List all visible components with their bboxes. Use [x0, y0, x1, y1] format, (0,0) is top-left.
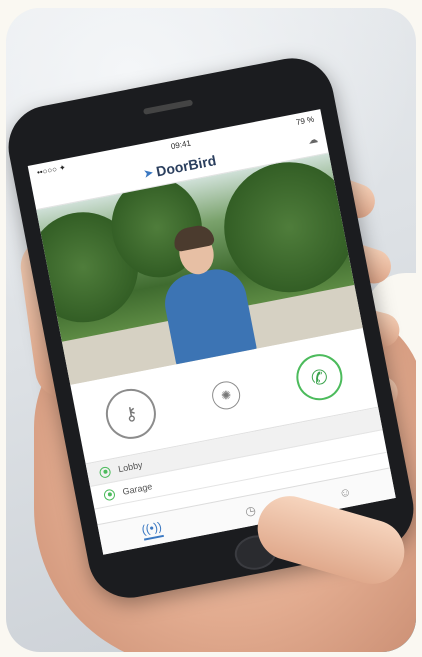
history-icon[interactable]: ◷ — [244, 503, 257, 519]
radio-indicator-icon — [102, 487, 116, 501]
status-time: 09:41 — [170, 138, 192, 151]
app-logo: DoorBird — [154, 152, 218, 180]
photo-card: ••○○○ ✦ 09:41 79 % ➤ DoorBird ☁ ⚷ ✺ ✆ Lo… — [6, 8, 416, 652]
list-item-label: Garage — [121, 481, 154, 497]
radio-indicator-icon — [98, 465, 112, 479]
app-screen: ••○○○ ✦ 09:41 79 % ➤ DoorBird ☁ ⚷ ✺ ✆ Lo… — [27, 109, 396, 555]
radio-waves-icon[interactable]: ((•)) — [140, 519, 164, 541]
list-item-label: Lobby — [117, 459, 144, 475]
key-icon: ⚷ — [122, 402, 140, 425]
phone-icon: ✆ — [309, 365, 330, 391]
open-door-button[interactable]: ⚷ — [101, 384, 161, 444]
light-button[interactable]: ✺ — [209, 378, 243, 412]
cloud-icon[interactable]: ☁ — [307, 134, 319, 147]
phone-speaker — [142, 99, 194, 115]
settings-icon[interactable]: ☺ — [338, 484, 353, 500]
bird-logo-icon: ➤ — [142, 165, 155, 181]
battery-indicator: 79 % — [295, 114, 315, 127]
bulb-icon: ✺ — [219, 387, 233, 404]
answer-call-button[interactable]: ✆ — [292, 350, 347, 405]
